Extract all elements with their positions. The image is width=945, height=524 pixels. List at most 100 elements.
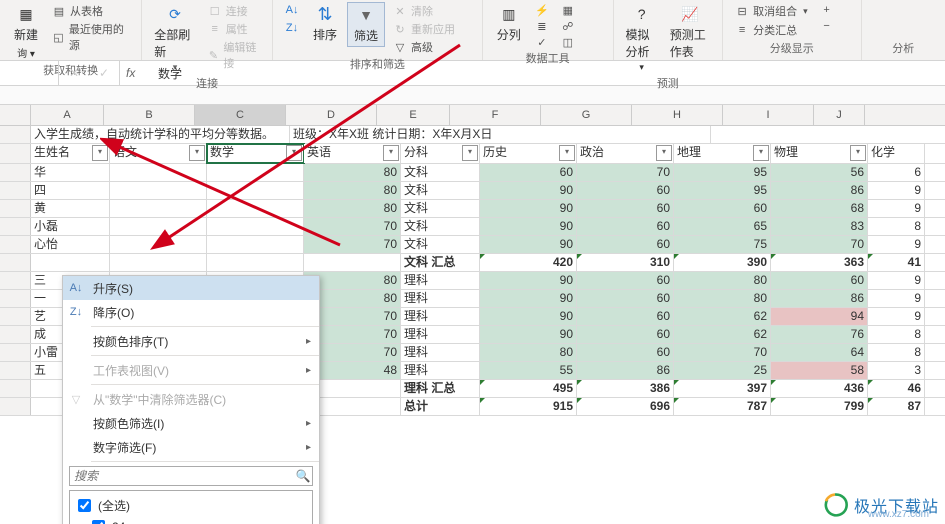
cell[interactable]: 理科 — [401, 290, 480, 307]
row-header[interactable] — [0, 398, 31, 415]
cell[interactable]: 60 — [480, 164, 577, 181]
row-header[interactable] — [0, 362, 31, 379]
cell[interactable]: 60 — [577, 344, 674, 361]
hdr-physics[interactable]: 物理▾ — [771, 144, 868, 163]
cell[interactable]: 9 — [868, 200, 925, 217]
cell[interactable]: 95 — [674, 182, 771, 199]
menu-number-filter[interactable]: 数字筛选(F)▸ — [63, 435, 319, 459]
cell[interactable]: 68 — [771, 200, 868, 217]
hdr-politics[interactable]: 政治▾ — [577, 144, 674, 163]
cell[interactable] — [110, 164, 207, 181]
cell[interactable] — [207, 164, 304, 181]
filter-dropdown-icon[interactable]: ▾ — [656, 145, 672, 161]
cell[interactable]: 41 — [868, 254, 925, 271]
cell[interactable]: 60 — [771, 272, 868, 289]
cell[interactable] — [31, 254, 110, 271]
row-header[interactable] — [0, 254, 31, 271]
fx-label[interactable]: fx — [120, 66, 152, 80]
row-header[interactable] — [0, 326, 31, 343]
cell[interactable]: 75 — [674, 236, 771, 253]
col-header-H[interactable]: H — [632, 105, 723, 125]
forecast-sheet-button[interactable]: 📈预测工作表 — [666, 2, 714, 62]
formula-input[interactable]: 数学 — [152, 65, 945, 82]
filter-dropdown-icon[interactable]: ▾ — [92, 145, 108, 161]
text-to-columns-button[interactable]: ▥分列 — [491, 2, 527, 45]
row-header[interactable] — [0, 144, 31, 163]
cell[interactable] — [110, 254, 207, 271]
hdr-track[interactable]: 分科▾ — [401, 144, 480, 163]
sort-desc-button[interactable]: Z↓ — [281, 20, 303, 36]
cell[interactable]: 理科 汇总 — [401, 380, 480, 397]
col-header-E[interactable]: E — [377, 105, 450, 125]
cell[interactable]: 小磊 — [31, 218, 110, 235]
name-box[interactable] — [0, 61, 59, 85]
hdr-geography[interactable]: 地理▾ — [674, 144, 771, 163]
cell[interactable]: 9 — [868, 182, 925, 199]
sort-button[interactable]: ⇅排序 — [307, 2, 343, 45]
filter-option[interactable]: 24 — [72, 516, 310, 524]
col-header-A[interactable]: A — [31, 105, 104, 125]
cell[interactable]: 9 — [868, 272, 925, 289]
cell[interactable]: 60 — [577, 272, 674, 289]
info-cell-left[interactable]: 入学生成绩，自动统计学科的平均分等数据。 — [31, 126, 290, 143]
cell[interactable]: 9 — [868, 236, 925, 253]
cell[interactable]: 86 — [771, 290, 868, 307]
cell[interactable]: 70 — [304, 236, 401, 253]
cell[interactable]: 397 — [674, 380, 771, 397]
cell[interactable]: 310 — [577, 254, 674, 271]
cell[interactable]: 55 — [480, 362, 577, 379]
cell[interactable]: 56 — [771, 164, 868, 181]
filter-dropdown-icon[interactable]: ▾ — [189, 145, 205, 161]
cell[interactable]: 436 — [771, 380, 868, 397]
row-header[interactable] — [0, 290, 31, 307]
cell[interactable]: 799 — [771, 398, 868, 415]
filter-dropdown-icon[interactable]: ▾ — [286, 145, 302, 161]
cell[interactable]: 70 — [577, 164, 674, 181]
ungroup-button[interactable]: ⊟取消组合▾ — [731, 2, 812, 20]
cell[interactable]: 60 — [577, 182, 674, 199]
filter-option[interactable]: (全选) — [72, 495, 310, 516]
cell[interactable] — [110, 236, 207, 253]
cell[interactable]: 9 — [868, 290, 925, 307]
cell[interactable] — [207, 200, 304, 217]
show-detail-button[interactable]: + — [816, 2, 838, 18]
cell[interactable]: 文科 — [401, 164, 480, 181]
data-model-button[interactable]: ◫ — [557, 34, 579, 50]
cell[interactable]: 70 — [674, 344, 771, 361]
cell[interactable]: 386 — [577, 380, 674, 397]
row-header[interactable] — [0, 200, 31, 217]
cell[interactable]: 83 — [771, 218, 868, 235]
row-header[interactable] — [0, 272, 31, 289]
remove-dup-button[interactable]: ≣ — [531, 18, 553, 34]
cell[interactable]: 90 — [480, 200, 577, 217]
subtotal-button[interactable]: ≡分类汇总 — [731, 21, 812, 39]
cell[interactable]: 文科 汇总 — [401, 254, 480, 271]
cell[interactable]: 86 — [577, 362, 674, 379]
cell[interactable]: 80 — [304, 164, 401, 181]
cell[interactable]: 60 — [577, 290, 674, 307]
cell[interactable]: 总计 — [401, 398, 480, 415]
select-all-corner[interactable] — [0, 105, 31, 125]
checkbox[interactable] — [78, 499, 91, 512]
cell[interactable]: 90 — [480, 290, 577, 307]
cell[interactable]: 3 — [868, 362, 925, 379]
row-header[interactable] — [0, 126, 31, 143]
col-header-J[interactable]: J — [814, 105, 865, 125]
enter-icon[interactable]: ✓ — [99, 66, 109, 80]
filter-dropdown-icon[interactable]: ▾ — [850, 145, 866, 161]
cell[interactable]: 60 — [577, 236, 674, 253]
cell[interactable]: 60 — [577, 326, 674, 343]
checkbox[interactable] — [92, 520, 105, 524]
cell[interactable]: 90 — [480, 236, 577, 253]
cell[interactable]: 87 — [868, 398, 925, 415]
cell[interactable]: 70 — [304, 218, 401, 235]
data-validation-button[interactable]: ✓ — [531, 34, 553, 50]
row-header[interactable] — [0, 236, 31, 253]
advanced-filter-button[interactable]: ▽高级 — [389, 38, 459, 56]
cell[interactable]: 363 — [771, 254, 868, 271]
info-cell-right[interactable]: 班级：X年X班 统计日期：X年X月X日 — [290, 126, 711, 143]
col-header-D[interactable]: D — [286, 105, 377, 125]
cell[interactable] — [207, 218, 304, 235]
cell[interactable]: 915 — [480, 398, 577, 415]
cell[interactable]: 8 — [868, 218, 925, 235]
